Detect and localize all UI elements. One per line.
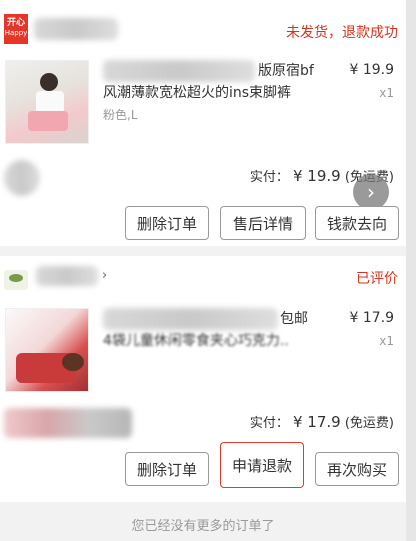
shop-header[interactable]: 开心 Happy 未发货，退款成功 (0, 0, 406, 44)
shipping-note: (免运费) (344, 416, 394, 431)
delete-order-button[interactable]: 删除订单 (125, 206, 209, 240)
refund-destination-button[interactable]: 钱款去向 (315, 206, 399, 240)
product-sku: 粉色,L (103, 108, 138, 122)
title-blurred-prefix (103, 60, 255, 82)
product-image[interactable] (5, 60, 89, 144)
product-price: ¥ 17.9 (349, 310, 394, 326)
product-title-line1[interactable]: 版原宿bf (258, 60, 338, 82)
product-image[interactable] (5, 308, 89, 392)
paid-amount: ¥ 17.9 (292, 413, 341, 431)
chevron-right-icon: › (102, 268, 108, 283)
order-card: › 已评价 包邮 4袋儿童休闲零食夹心巧克力.. ¥ 17.9 x1 实付： ¥… (0, 256, 406, 502)
product-price: ¥ 19.9 (349, 62, 394, 78)
shop-logo-text: 开心 (6, 18, 25, 28)
blurred-element (4, 160, 40, 196)
shop-logo (4, 270, 28, 290)
paid-amount: ¥ 19.9 (292, 167, 341, 185)
order-status: 未发货，退款成功 (286, 25, 398, 41)
shop-name-blurred (36, 266, 98, 286)
paid-label: 实付： (249, 170, 289, 185)
request-refund-button[interactable]: 申请退款 (220, 442, 304, 488)
blurred-element (4, 408, 132, 438)
order-card: 开心 Happy 未发货，退款成功 版原宿bf 风潮薄款宽松超火的ins束脚裤 … (0, 0, 406, 246)
shop-logo: 开心 Happy (4, 14, 28, 44)
paid-label: 实付： (249, 416, 289, 431)
chevron-right-icon[interactable]: › (353, 174, 389, 210)
shop-logo-subtext: Happy (4, 29, 28, 37)
product-title-line2[interactable]: 4袋儿童休闲零食夹心巧克力.. (103, 330, 338, 352)
product-qty: x1 (379, 334, 394, 348)
product-title-line2[interactable]: 风潮薄款宽松超火的ins束脚裤 (103, 82, 338, 104)
buy-again-button[interactable]: 再次购买 (315, 452, 399, 486)
shop-header[interactable]: › 已评价 (0, 256, 406, 298)
shop-name-blurred (34, 18, 118, 40)
delete-order-button[interactable]: 删除订单 (125, 452, 209, 486)
product-title-line1[interactable]: 包邮 (280, 308, 340, 330)
paid-total: 实付： ¥ 17.9 (免运费) (250, 412, 394, 431)
title-blurred-prefix (103, 308, 278, 330)
product-qty: x1 (379, 86, 394, 100)
no-more-orders-note: 您已经没有更多的订单了 (131, 519, 275, 534)
after-sales-details-button[interactable]: 售后详情 (220, 206, 306, 240)
side-strip (406, 0, 416, 541)
order-status: 已评价 (356, 271, 398, 287)
